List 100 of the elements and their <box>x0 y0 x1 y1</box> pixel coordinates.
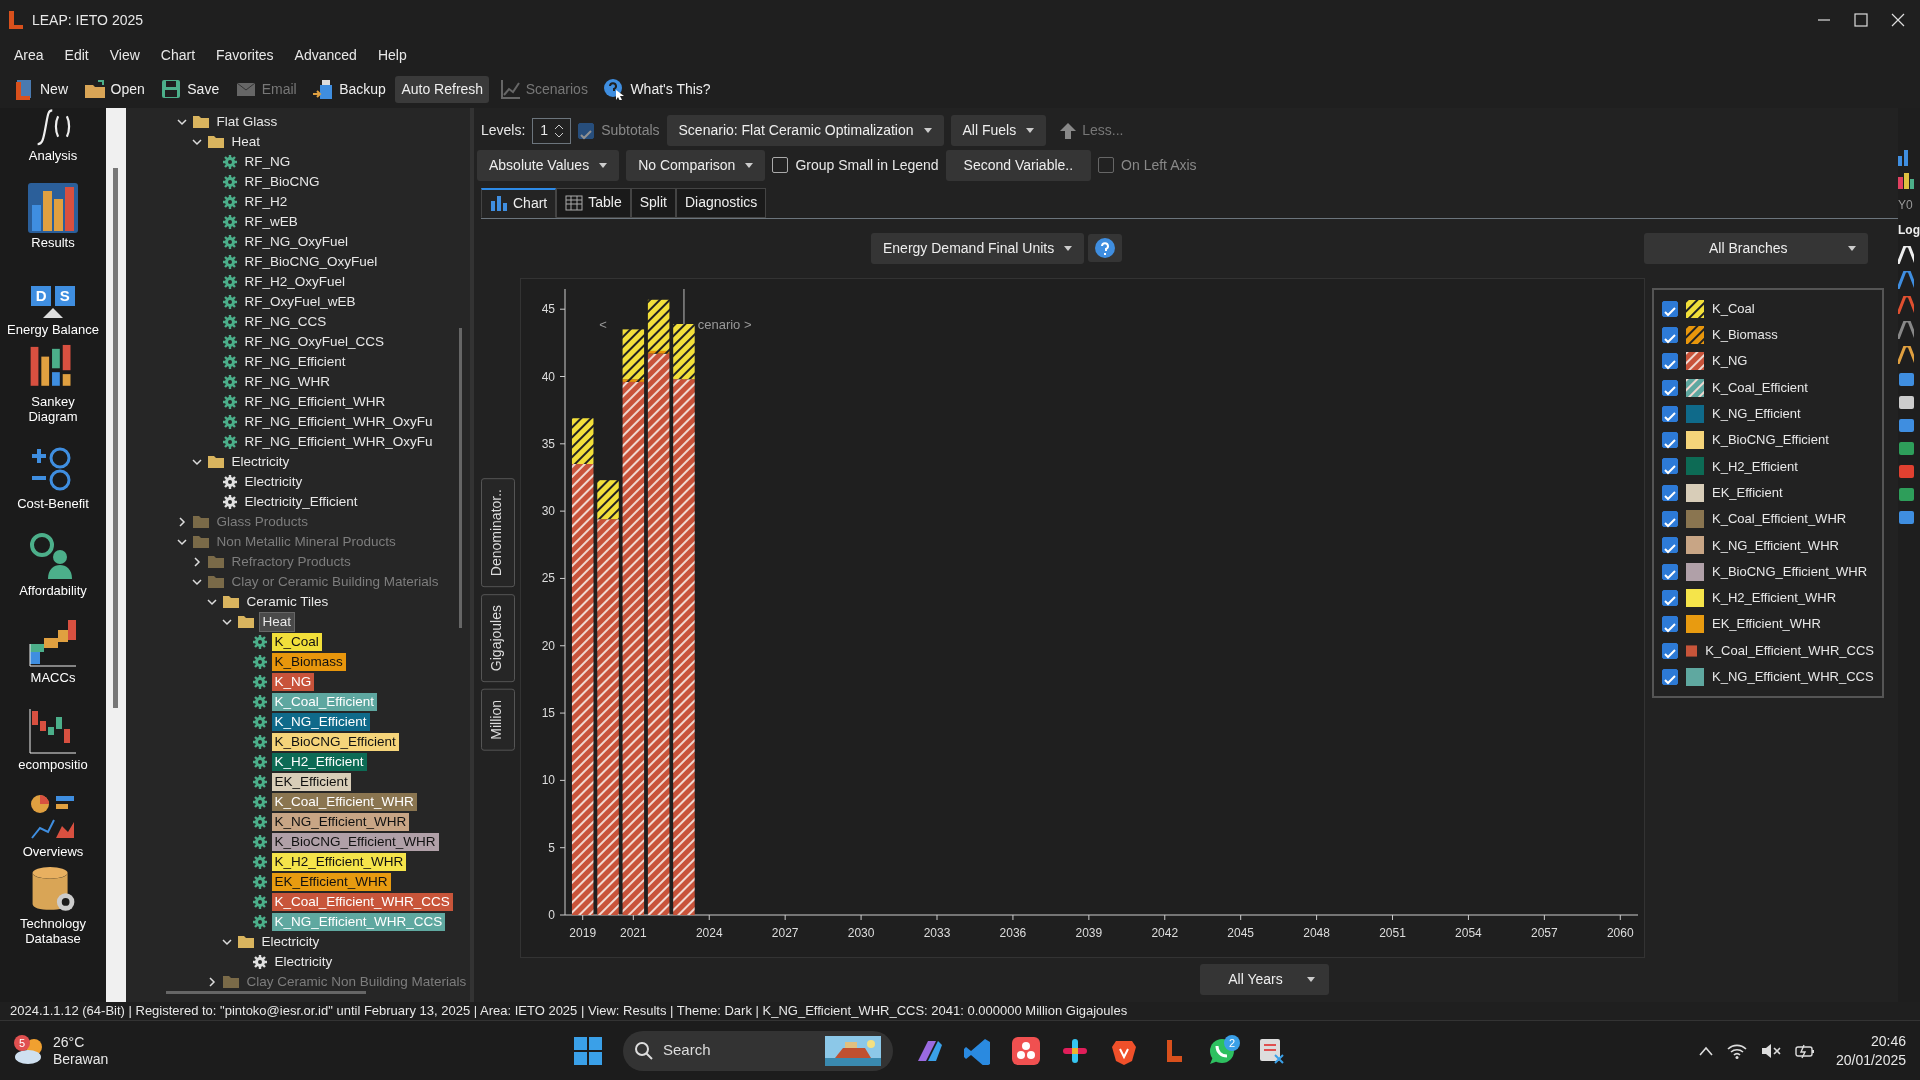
tree-item[interactable]: Ceramic Tiles <box>243 592 332 611</box>
toolbar-icon[interactable] <box>1898 417 1914 433</box>
vertical-tab[interactable]: Denominator.. <box>481 477 515 587</box>
tree-item[interactable]: RF_NG_OxyFuel <box>241 232 352 251</box>
years-dropdown[interactable]: All Years <box>1200 963 1329 995</box>
collapse-chevron-icon[interactable] <box>191 555 203 568</box>
axis-label-text[interactable]: Y0 <box>1898 196 1913 214</box>
tree-item[interactable]: K_Coal <box>271 632 322 651</box>
less-button[interactable]: Less... <box>1053 117 1130 144</box>
checkbox[interactable] <box>1662 432 1678 449</box>
tree-item[interactable]: Electricity <box>228 452 293 471</box>
spin-arrows-icon[interactable] <box>555 124 564 137</box>
comparison-dropdown[interactable]: No Comparison <box>626 149 766 181</box>
tree-item[interactable]: K_Coal_Efficient_WHR_CCS <box>271 892 453 911</box>
values-dropdown[interactable]: Absolute Values <box>477 149 620 181</box>
sidebar-item[interactable]: MACCs <box>0 603 106 690</box>
sidebar-item[interactable]: ecompositio <box>0 690 106 777</box>
menu-item[interactable]: View <box>109 44 140 66</box>
tree-item[interactable]: Refractory Products <box>228 552 354 571</box>
vertical-tab[interactable]: Million <box>481 688 515 751</box>
sidebar-item[interactable]: Affordability <box>0 516 106 603</box>
checkbox[interactable] <box>1662 511 1678 527</box>
tree-item[interactable]: Non Metallic Mineral Products <box>213 532 399 551</box>
checkbox[interactable] <box>1662 379 1678 396</box>
tree-item[interactable]: RF_wEB <box>241 212 301 231</box>
tree-item[interactable]: Electricity <box>258 932 323 951</box>
toolbar-button[interactable]: Auto Refresh <box>395 75 490 103</box>
tree-item[interactable]: EK_Efficient <box>271 772 351 791</box>
tree-item[interactable]: K_BioCNG_Efficient_WHR <box>271 832 439 851</box>
tree-item[interactable]: RF_NG_Efficient_WHR_OxyFu <box>241 432 436 451</box>
collapse-chevron-icon[interactable] <box>206 975 218 988</box>
speaker-muted-icon[interactable] <box>1760 1042 1781 1059</box>
sidebar-item[interactable]: D S Energy Balance <box>0 255 106 342</box>
tree-item[interactable]: RF_H2_OxyFuel <box>241 272 349 291</box>
tree-item[interactable]: Electricity <box>241 472 306 491</box>
checkbox[interactable] <box>1662 326 1678 343</box>
toolbar-icon[interactable] <box>1898 440 1914 456</box>
tree-item[interactable]: Flat Glass <box>213 112 281 131</box>
tree-item[interactable]: RF_BioCNG <box>241 172 323 191</box>
search-field[interactable]: Search <box>623 1030 893 1071</box>
checkbox[interactable] <box>1662 458 1678 475</box>
checkbox[interactable] <box>1662 616 1678 633</box>
tree-item[interactable]: Heat <box>258 611 296 632</box>
tree-item[interactable]: K_Biomass <box>271 652 346 671</box>
toolbar-button[interactable]: Open <box>77 75 151 103</box>
checkbox[interactable] <box>1662 537 1678 554</box>
toolbar-icon[interactable] <box>1898 509 1914 525</box>
tree-item[interactable]: Clay or Ceramic Building Materials <box>228 572 442 591</box>
wifi-icon[interactable] <box>1726 1042 1747 1059</box>
checkbox[interactable] <box>1662 300 1678 317</box>
tree-item[interactable]: K_Coal_Efficient_WHR <box>271 792 417 811</box>
scrollbar-thumb[interactable] <box>459 328 462 628</box>
tree-item[interactable]: RF_OxyFuel_wEB <box>241 292 359 311</box>
toolbar-button[interactable]: New <box>7 75 74 103</box>
checkbox[interactable] <box>1662 353 1678 370</box>
branches-dropdown[interactable]: All Branches <box>1644 232 1868 264</box>
toolbar-icon[interactable] <box>1898 394 1914 410</box>
checkbox[interactable] <box>1662 668 1678 685</box>
toolbar-button[interactable]: Save <box>154 75 226 103</box>
tree-item[interactable]: RF_BioCNG_OxyFuel <box>241 252 381 271</box>
tab[interactable]: Table <box>556 187 631 218</box>
fuels-dropdown[interactable]: All Fuels <box>950 115 1047 146</box>
sidebar-item[interactable]: Results <box>0 168 106 255</box>
tree-item[interactable]: K_BioCNG_Efficient <box>271 732 399 751</box>
scenario-dropdown[interactable]: Scenario: Flat Ceramic Optimalization <box>666 115 944 146</box>
menu-item[interactable]: Edit <box>64 44 89 66</box>
tree-item[interactable]: RF_NG <box>241 152 294 171</box>
chevron-up-icon[interactable] <box>1698 1045 1713 1056</box>
start-icon[interactable] <box>574 1036 602 1065</box>
help-button[interactable] <box>1087 234 1122 262</box>
checkbox[interactable] <box>1662 642 1678 659</box>
tree-item[interactable]: Glass Products <box>213 512 312 531</box>
toolbar-icon[interactable] <box>1898 486 1914 502</box>
tree-item[interactable]: RF_NG_CCS <box>241 312 330 331</box>
menu-item[interactable]: Favorites <box>216 44 274 66</box>
dots-app-icon[interactable] <box>1012 1036 1040 1065</box>
menu-item[interactable]: Advanced <box>294 44 357 66</box>
toolbar-icon[interactable] <box>1898 371 1914 387</box>
tree-item[interactable]: Heat <box>228 132 264 151</box>
tab[interactable]: Diagnostics <box>675 187 767 218</box>
levels-spinner[interactable]: 1 <box>532 117 572 144</box>
sidebar-item[interactable]: Cost-Benefit <box>0 429 106 516</box>
tree-item[interactable]: RF_NG_OxyFuel_CCS <box>241 332 388 351</box>
close-icon[interactable] <box>1890 12 1906 28</box>
battery-charging-icon[interactable] <box>1794 1042 1815 1059</box>
clock-time[interactable]: 20:46 <box>1870 1032 1906 1051</box>
menu-item[interactable]: Area <box>14 44 44 66</box>
checkbox[interactable] <box>1662 484 1678 501</box>
tree-item[interactable]: RF_NG_Efficient_WHR <box>241 392 389 411</box>
tree-item[interactable]: EK_Efficient_WHR <box>271 872 391 891</box>
tree-item[interactable]: RF_NG_Efficient <box>241 352 349 371</box>
toolbar-button[interactable]: What's This? <box>597 75 717 103</box>
tree-item[interactable]: K_H2_Efficient_WHR <box>271 852 407 871</box>
collapse-chevron-icon[interactable] <box>176 515 188 528</box>
sidebar-item[interactable]: Sankey Diagram <box>0 342 106 429</box>
scrollbar-thumb[interactable] <box>166 991 366 994</box>
sidebar-item[interactable]: Analysis <box>0 108 106 168</box>
vertical-tab[interactable]: Gigajoules <box>481 593 515 682</box>
maximize-icon[interactable] <box>1853 12 1869 28</box>
tree-item[interactable]: K_H2_Efficient <box>271 752 367 771</box>
